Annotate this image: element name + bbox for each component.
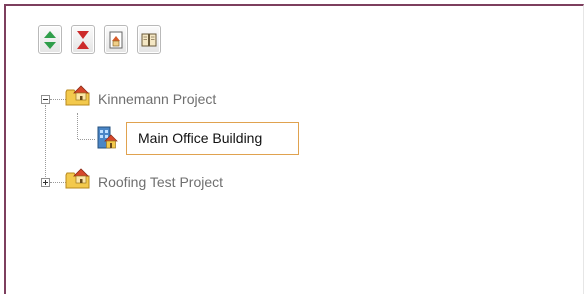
- tree-node-label[interactable]: Roofing Test Project: [98, 174, 223, 190]
- building-icon: [97, 126, 118, 149]
- tree-node-label[interactable]: Kinnemann Project: [98, 91, 216, 107]
- tree-guide-line: [78, 139, 95, 140]
- folder-house-icon: [65, 85, 90, 106]
- folder-house-icon: [65, 168, 90, 189]
- tree-guide-line: [77, 113, 78, 139]
- expand-toggle[interactable]: [41, 178, 50, 187]
- project-tree: Kinnemann Project Main Office Building R…: [0, 0, 587, 286]
- tree-node-selected[interactable]: Main Office Building: [126, 122, 299, 155]
- tree-guide-line: [45, 105, 46, 181]
- tree-node-label: Main Office Building: [138, 130, 263, 146]
- collapse-toggle[interactable]: [41, 95, 50, 104]
